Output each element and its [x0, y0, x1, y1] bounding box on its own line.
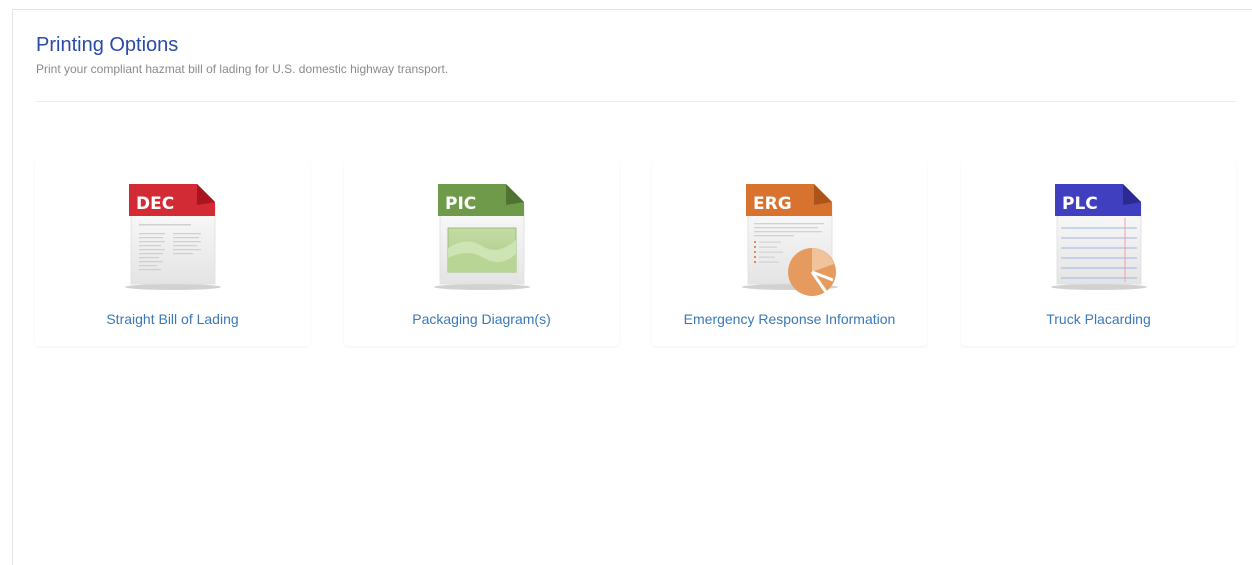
- option-label[interactable]: Emergency Response Information: [652, 311, 927, 327]
- page-subtitle: Print your compliant hazmat bill of ladi…: [36, 62, 449, 76]
- option-card-packaging-diagram[interactable]: PIC Packaging Diagram(s): [344, 160, 619, 346]
- option-card-truck-placarding[interactable]: PLC Truck Placarding: [961, 160, 1236, 346]
- page-title: Printing Options: [36, 34, 179, 56]
- printing-options-grid: DEC Straight Bill of Lading PIC Packagin…: [35, 160, 1240, 348]
- content-panel: Printing Options Print your compliant ha…: [12, 9, 1252, 565]
- pic-code-label: PIC: [445, 194, 476, 214]
- dec-code-label: DEC: [136, 194, 174, 214]
- plc-code-label: PLC: [1062, 194, 1098, 214]
- option-card-bill-of-lading[interactable]: DEC Straight Bill of Lading: [35, 160, 310, 346]
- erg-document-icon: ERG: [742, 184, 838, 296]
- erg-code-label: ERG: [753, 194, 792, 214]
- dec-document-icon: DEC: [125, 184, 221, 290]
- option-label[interactable]: Packaging Diagram(s): [344, 311, 619, 327]
- header-divider: [35, 101, 1237, 102]
- page-header: Printing Options Print your compliant ha…: [36, 33, 448, 77]
- option-label[interactable]: Truck Placarding: [961, 311, 1236, 327]
- pic-document-icon: PIC: [434, 184, 530, 290]
- option-card-emergency-response[interactable]: ERG Emergency Response Information: [652, 160, 927, 346]
- plc-document-icon: PLC: [1051, 184, 1147, 290]
- option-label[interactable]: Straight Bill of Lading: [35, 311, 310, 327]
